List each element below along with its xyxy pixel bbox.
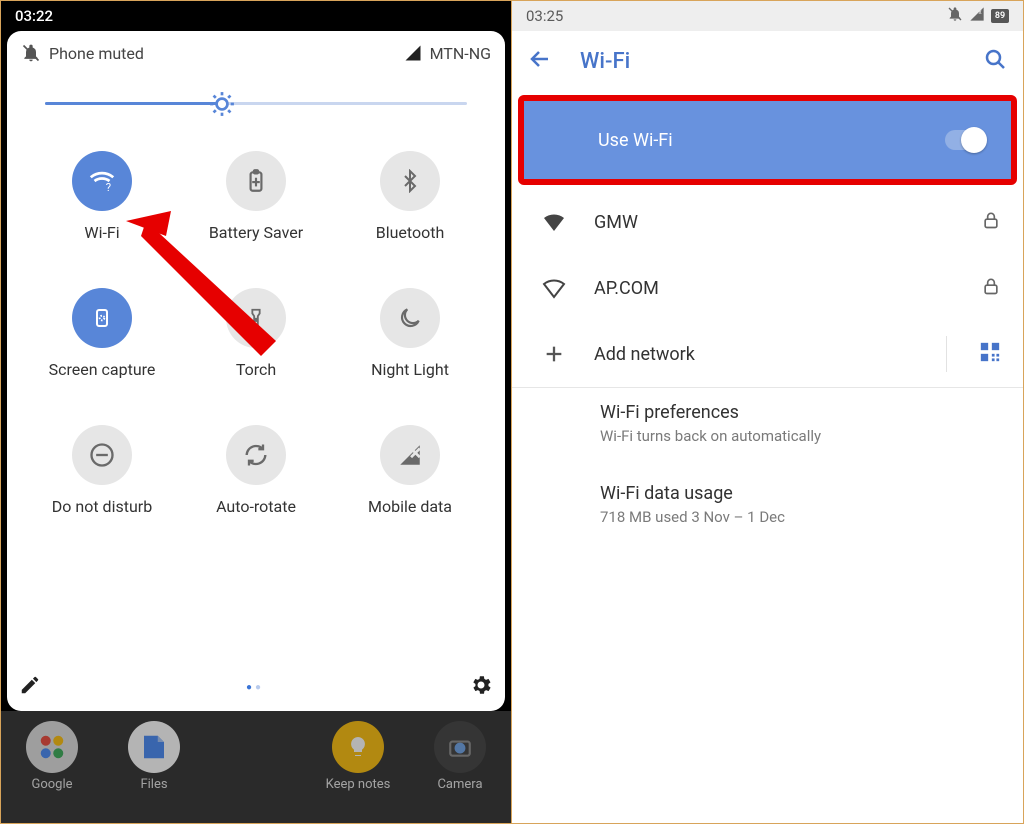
tile-label: Bluetooth <box>376 223 445 242</box>
app-files[interactable]: Files <box>114 721 194 792</box>
network-name: GMW <box>594 212 955 233</box>
signal-icon: x <box>969 6 985 26</box>
use-wifi-row[interactable]: Use Wi-Fi <box>524 101 1011 179</box>
right-phone: 03:25 x 89 Wi-Fi Use Wi-Fi <box>512 1 1023 823</box>
wifi-full-icon <box>540 210 568 234</box>
rotate-icon <box>226 425 286 485</box>
back-button[interactable] <box>528 47 552 75</box>
pref-subtitle: Wi-Fi turns back on automatically <box>600 427 999 445</box>
wifi-toggle[interactable] <box>945 130 985 150</box>
tile-label: Auto-rotate <box>216 497 296 516</box>
moon-icon <box>380 288 440 348</box>
qs-tile-autorotate[interactable]: Auto-rotate <box>179 425 333 516</box>
statusbar-left: 03:22 <box>1 1 511 31</box>
network-name: AP.COM <box>594 278 955 299</box>
phone-muted-label: Phone muted <box>49 44 144 63</box>
search-button[interactable] <box>983 47 1007 75</box>
app-label: Camera <box>437 777 482 792</box>
pref-title: Wi-Fi preferences <box>600 402 999 423</box>
wifi-icon: ? <box>72 151 132 211</box>
torch-icon <box>226 288 286 348</box>
app-label: Files <box>140 777 167 792</box>
qs-tile-dnd[interactable]: Do not disturb <box>25 425 179 516</box>
tile-label: Mobile data <box>368 497 452 516</box>
screen-capture-icon <box>72 288 132 348</box>
wifi-data-usage-row[interactable]: Wi-Fi data usage 718 MB used 3 Nov – 1 D… <box>512 469 1023 540</box>
battery-indicator: 89 <box>991 9 1009 23</box>
tile-label: Battery Saver <box>209 223 303 242</box>
add-network-row[interactable]: Add network <box>512 321 1023 387</box>
add-network-label: Add network <box>594 344 920 365</box>
signal-icon <box>404 44 422 62</box>
page-indicator: ●● <box>41 682 469 693</box>
qs-tile-battery-saver[interactable]: Battery Saver <box>179 151 333 242</box>
separator <box>946 336 947 372</box>
clock: 03:22 <box>15 7 53 25</box>
app-camera[interactable]: Camera <box>420 721 500 792</box>
network-row-apcom[interactable]: AP.COM <box>512 255 1023 321</box>
brightness-thumb-icon[interactable] <box>209 91 235 121</box>
tile-label: Torch <box>236 360 276 379</box>
bluetooth-icon <box>380 151 440 211</box>
plus-icon <box>540 343 568 365</box>
statusbar-right: 03:25 x 89 <box>512 1 1023 31</box>
qs-tile-wifi[interactable]: ? Wi-Fi <box>25 151 179 242</box>
clock: 03:25 <box>526 7 563 25</box>
page-title: Wi-Fi <box>580 49 955 74</box>
settings-button[interactable] <box>469 673 493 701</box>
bell-off-icon <box>947 6 963 26</box>
brightness-slider[interactable] <box>45 91 467 115</box>
bell-off-icon <box>21 43 41 63</box>
tile-label: Screen capture <box>49 360 156 379</box>
qs-tile-mobiledata[interactable]: Mobile data <box>333 425 487 516</box>
qs-tile-bluetooth[interactable]: Bluetooth <box>333 151 487 242</box>
network-row-gmw[interactable]: GMW <box>512 189 1023 255</box>
dnd-icon <box>72 425 132 485</box>
qr-button[interactable] <box>979 341 1001 368</box>
qs-tile-torch[interactable]: Torch <box>179 288 333 379</box>
app-google[interactable]: Google <box>12 721 92 792</box>
edit-button[interactable] <box>19 674 41 700</box>
carrier-name: MTN-NG <box>430 44 491 63</box>
highlight-annotation: Use Wi-Fi <box>518 95 1017 185</box>
qs-tile-screen-capture[interactable]: Screen capture <box>25 288 179 379</box>
app-label: Google <box>31 777 72 792</box>
use-wifi-label: Use Wi-Fi <box>598 130 945 151</box>
quick-settings-panel: Phone muted MTN-NG <box>7 31 505 711</box>
svg-text:?: ? <box>106 181 111 194</box>
qs-tile-night-light[interactable]: Night Light <box>333 288 487 379</box>
lock-icon <box>981 276 1001 301</box>
lock-icon <box>981 210 1001 235</box>
mobile-data-icon <box>380 425 440 485</box>
usage-title: Wi-Fi data usage <box>600 483 999 504</box>
tile-label: Wi-Fi <box>84 223 119 242</box>
home-row: Google Files Keep notes Camera <box>1 711 511 823</box>
wifi-outline-icon <box>540 276 568 300</box>
tile-label: Night Light <box>371 360 449 379</box>
left-phone: 03:22 Google Files Keep notes <box>1 1 512 823</box>
usage-subtitle: 718 MB used 3 Nov – 1 Dec <box>600 508 999 526</box>
tile-label: Do not disturb <box>52 497 152 516</box>
app-label: Keep notes <box>326 777 391 792</box>
wifi-preferences-row[interactable]: Wi-Fi preferences Wi-Fi turns back on au… <box>512 388 1023 459</box>
app-keepnotes[interactable]: Keep notes <box>318 721 398 792</box>
battery-plus-icon <box>226 151 286 211</box>
appbar: Wi-Fi <box>512 31 1023 91</box>
